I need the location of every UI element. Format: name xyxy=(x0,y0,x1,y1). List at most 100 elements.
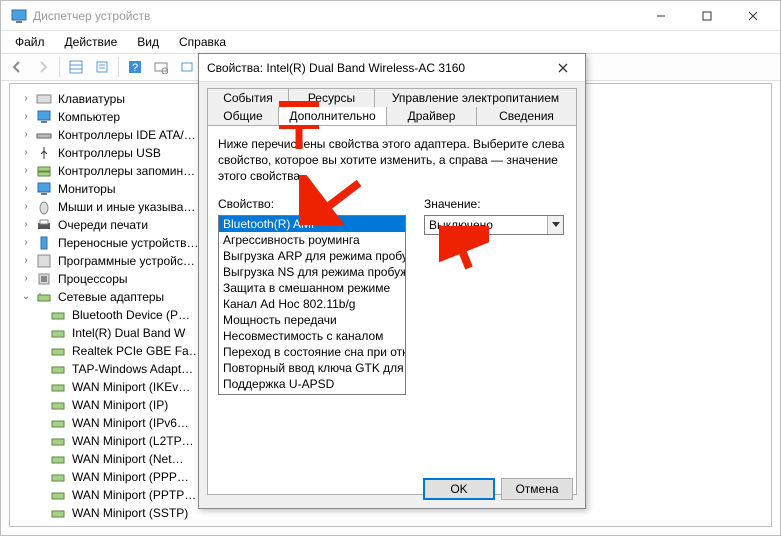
tab-details[interactable]: Сведения xyxy=(477,107,577,125)
device-manager-window: Диспетчер устройств Файл Действие Вид Сп… xyxy=(0,0,781,536)
tab-driver[interactable]: Драйвер xyxy=(387,107,477,125)
properties-dialog: Свойства: Intel(R) Dual Band Wireless-AC… xyxy=(198,53,586,509)
toolbar-help[interactable]: ? xyxy=(123,55,147,79)
expander-icon[interactable]: › xyxy=(20,108,32,126)
menu-view[interactable]: Вид xyxy=(129,33,167,51)
list-item[interactable]: Предпочитаемая частота xyxy=(219,392,405,395)
expander-icon[interactable]: › xyxy=(20,144,32,162)
tab-power[interactable]: Управление электропитанием xyxy=(375,88,577,107)
list-item[interactable]: Bluetooth Device (P… xyxy=(70,306,192,324)
adapter-icon xyxy=(50,325,66,341)
dialog-tabs: События Ресурсы Управление электропитани… xyxy=(199,82,585,125)
tree-printq[interactable]: Очереди печати xyxy=(56,216,150,234)
list-item[interactable]: WAN Miniport (IP) xyxy=(70,396,170,414)
adapter-icon xyxy=(50,361,66,377)
chevron-down-icon[interactable] xyxy=(547,216,563,234)
menu-help[interactable]: Справка xyxy=(171,33,234,51)
software-icon xyxy=(36,253,52,269)
printer-icon xyxy=(36,217,52,233)
expander-icon[interactable]: › xyxy=(20,162,32,180)
cpu-icon xyxy=(36,271,52,287)
dialog-buttons: OK Отмена xyxy=(423,478,573,500)
adapter-icon xyxy=(50,415,66,431)
keyboard-icon xyxy=(36,91,52,107)
list-item[interactable]: Агрессивность роуминга xyxy=(219,232,405,248)
expander-icon[interactable]: › xyxy=(20,126,32,144)
toolbar-uninstall[interactable] xyxy=(175,55,199,79)
expander-icon[interactable]: › xyxy=(20,252,32,270)
property-listbox[interactable]: Bluetooth(R) AMP Агрессивность роуминга … xyxy=(218,215,406,395)
dialog-close-button[interactable] xyxy=(549,54,577,82)
adapter-icon xyxy=(50,307,66,323)
list-item[interactable]: Выгрузка NS для режима пробужден… xyxy=(219,264,405,280)
tab-panel-advanced: Ниже перечислены свойства этого адаптера… xyxy=(207,125,577,495)
expander-icon[interactable]: › xyxy=(20,180,32,198)
tree-cpu[interactable]: Процессоры xyxy=(56,270,130,288)
list-item[interactable]: Выгрузка ARP для режима пробужд… xyxy=(219,248,405,264)
monitor-icon xyxy=(36,181,52,197)
list-item[interactable]: TAP-Windows Adapt… xyxy=(70,360,195,378)
toolbar-back[interactable] xyxy=(5,55,29,79)
list-item[interactable]: WAN Miniport (L2TP… xyxy=(70,432,196,450)
list-item[interactable]: Realtek PCIe GBE Fa… xyxy=(70,342,203,360)
tab-general[interactable]: Общие xyxy=(207,107,279,125)
list-item[interactable]: WAN Miniport (SSTP) xyxy=(70,504,190,522)
mouse-icon xyxy=(36,199,52,215)
expander-icon[interactable]: › xyxy=(20,90,32,108)
close-button[interactable] xyxy=(730,1,776,31)
tree-portable[interactable]: Переносные устройств… xyxy=(56,234,201,252)
tree-software[interactable]: Программные устройс… xyxy=(56,252,197,270)
value-text: Выключено xyxy=(425,218,547,232)
tab-resources[interactable]: Ресурсы xyxy=(289,88,375,107)
menu-file[interactable]: Файл xyxy=(7,33,53,51)
list-item[interactable]: WAN Miniport (PPP… xyxy=(70,468,191,486)
menu-action[interactable]: Действие xyxy=(57,33,126,51)
tree-usb[interactable]: Контроллеры USB xyxy=(56,144,163,162)
cancel-button[interactable]: Отмена xyxy=(501,478,573,500)
advanced-description: Ниже перечислены свойства этого адаптера… xyxy=(218,136,566,185)
toolbar-properties[interactable] xyxy=(90,55,114,79)
ok-button[interactable]: OK xyxy=(423,478,495,500)
tree-mice[interactable]: Мыши и иные указыва… xyxy=(56,198,197,216)
storage-icon xyxy=(36,163,52,179)
maximize-button[interactable] xyxy=(684,1,730,31)
list-item[interactable]: WAN Miniport (PPTP… xyxy=(70,486,198,504)
titlebar: Диспетчер устройств xyxy=(1,1,780,31)
tree-ide[interactable]: Контроллеры IDE ATA/… xyxy=(56,126,198,144)
list-item[interactable]: Поддержка U-APSD xyxy=(219,376,405,392)
expander-icon[interactable]: › xyxy=(20,198,32,216)
minimize-button[interactable] xyxy=(638,1,684,31)
list-item[interactable]: Несовместимость с каналом xyxy=(219,328,405,344)
tree-storage[interactable]: Контроллеры запомин… xyxy=(56,162,197,180)
list-item[interactable]: WAN Miniport (IPv6… xyxy=(70,414,191,432)
tree-monitors[interactable]: Мониторы xyxy=(56,180,117,198)
list-item[interactable]: Переход в состояние сна при отклю… xyxy=(219,344,405,360)
list-item[interactable]: Intel(R) Dual Band W xyxy=(70,324,187,342)
tree-keyboards[interactable]: Клавиатуры xyxy=(56,90,127,108)
adapter-icon xyxy=(50,433,66,449)
expander-icon[interactable]: ⌄ xyxy=(20,288,32,306)
expander-icon[interactable]: › xyxy=(20,270,32,288)
tree-computer[interactable]: Компьютер xyxy=(56,108,122,126)
toolbar-forward[interactable] xyxy=(31,55,55,79)
value-combobox[interactable]: Выключено xyxy=(424,215,564,235)
menubar: Файл Действие Вид Справка xyxy=(1,31,780,53)
list-item[interactable]: Канал Ad Hoc 802.11b/g xyxy=(219,296,405,312)
list-item[interactable]: Защита в смешанном режиме xyxy=(219,280,405,296)
tab-events[interactable]: События xyxy=(207,88,289,107)
tab-advanced[interactable]: Дополнительно xyxy=(279,107,387,125)
tree-net[interactable]: Сетевые адаптеры xyxy=(56,288,166,306)
list-item[interactable]: WAN Miniport (IKEv… xyxy=(70,378,192,396)
expander-icon[interactable]: › xyxy=(20,234,32,252)
toolbar-scan[interactable] xyxy=(149,55,173,79)
adapter-icon xyxy=(50,397,66,413)
toolbar-showall[interactable] xyxy=(64,55,88,79)
list-item[interactable]: Повторный ввод ключа GTK для реж… xyxy=(219,360,405,376)
list-item[interactable]: Bluetooth(R) AMP xyxy=(219,216,405,232)
adapter-icon xyxy=(50,469,66,485)
adapter-icon xyxy=(50,487,66,503)
list-item[interactable]: Мощность передачи xyxy=(219,312,405,328)
list-item[interactable]: WAN Miniport (Net… xyxy=(70,450,186,468)
network-icon xyxy=(36,289,52,305)
expander-icon[interactable]: › xyxy=(20,216,32,234)
